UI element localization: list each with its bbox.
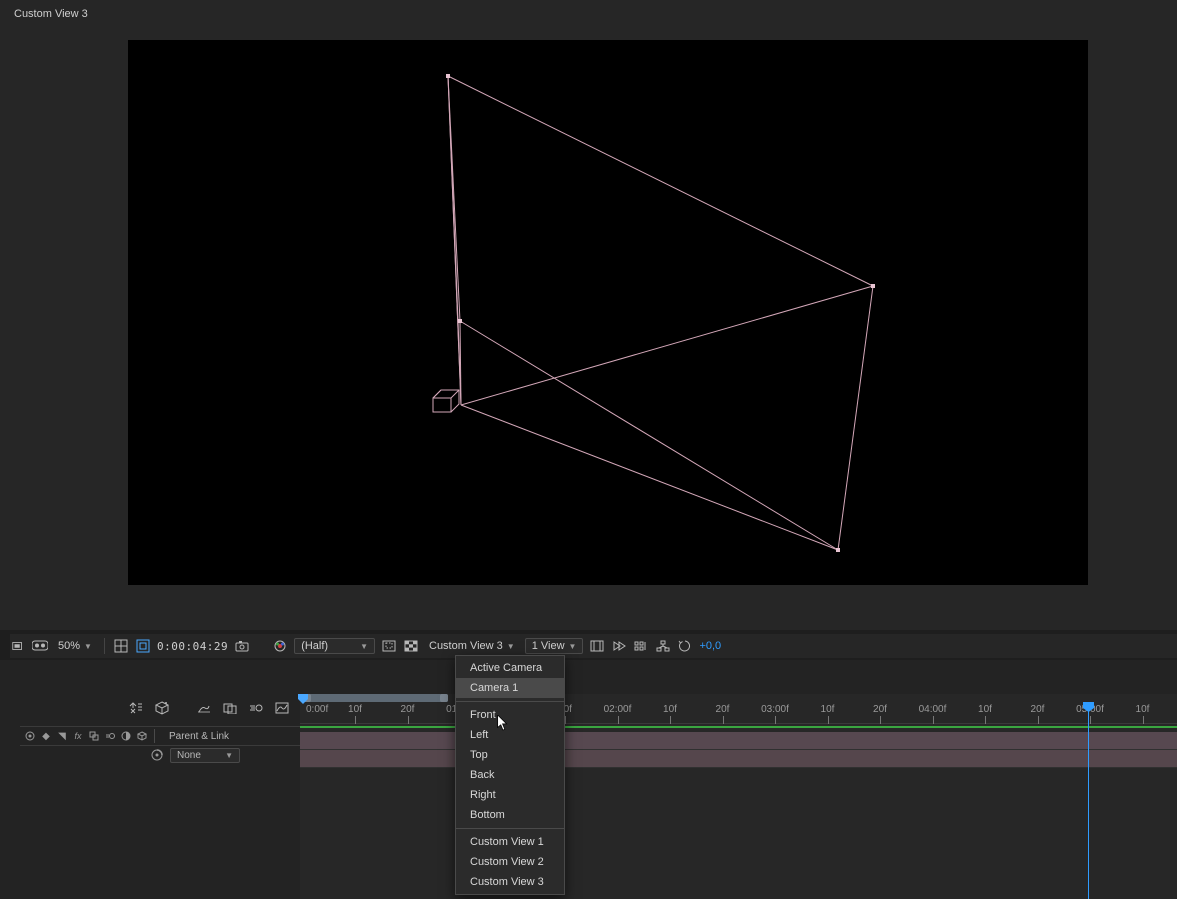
transparency-grid-icon[interactable] bbox=[403, 638, 419, 654]
chevron-down-icon: ▼ bbox=[225, 751, 233, 760]
menu-item-custom-view-3[interactable]: Custom View 3 bbox=[456, 872, 564, 892]
grid-icon[interactable] bbox=[113, 638, 129, 654]
frame-blend-column-icon[interactable] bbox=[88, 730, 100, 742]
parent-dropdown[interactable]: None ▼ bbox=[170, 748, 240, 763]
time-ruler[interactable]: 0:00f 10f20f01:00f10f20f02:00f10f20f03:0… bbox=[300, 704, 1177, 724]
reset-exposure-icon[interactable] bbox=[677, 638, 693, 654]
zoom-value: 50% bbox=[58, 640, 80, 652]
menu-item-camera-1[interactable]: Camera 1 bbox=[456, 678, 564, 698]
ruler-label: 20f bbox=[716, 704, 730, 715]
view3d-label: Custom View 3 bbox=[429, 640, 503, 652]
layer-row[interactable]: None ▼ bbox=[20, 746, 300, 764]
adjustment-column-icon[interactable] bbox=[120, 730, 132, 742]
motion-blur-column-icon[interactable] bbox=[104, 730, 116, 742]
timeline-panel: ◆ ◥ fx Parent & Link None ▼ bbox=[0, 660, 1177, 899]
fx-column-icon[interactable]: fx bbox=[72, 730, 84, 742]
view-layout-value: 1 View bbox=[532, 640, 565, 652]
view3d-dropdown[interactable]: Custom View 3 ▼ bbox=[425, 639, 519, 653]
vr-icon[interactable] bbox=[32, 638, 48, 654]
track-rows bbox=[300, 732, 1177, 768]
draft3d-icon[interactable] bbox=[154, 700, 170, 716]
frame-blend-icon[interactable] bbox=[222, 700, 238, 716]
cached-preview-bar bbox=[300, 726, 1177, 728]
timeline-tracks[interactable]: 0:00f 10f20f01:00f10f20f02:00f10f20f03:0… bbox=[300, 694, 1177, 899]
always-preview-icon[interactable] bbox=[10, 638, 26, 654]
flowchart-icon[interactable] bbox=[655, 638, 671, 654]
ruler-label: 20f bbox=[401, 704, 415, 715]
menu-item-custom-view-2[interactable]: Custom View 2 bbox=[456, 852, 564, 872]
menu-item-custom-view-1[interactable]: Custom View 1 bbox=[456, 832, 564, 852]
search-icon[interactable] bbox=[128, 700, 144, 716]
ruler-label: 10f bbox=[1136, 704, 1150, 715]
ruler-label: 10f bbox=[821, 704, 835, 715]
menu-separator bbox=[456, 828, 564, 829]
menu-item-right[interactable]: Right bbox=[456, 785, 564, 805]
work-area-start-handle[interactable] bbox=[298, 694, 308, 704]
parent-value: None bbox=[177, 750, 201, 761]
ruler-label: 03:00f bbox=[761, 704, 789, 715]
menu-separator bbox=[456, 701, 564, 702]
ruler-label: 20f bbox=[873, 704, 887, 715]
ruler-label: 04:00f bbox=[919, 704, 947, 715]
menu-item-top[interactable]: Top bbox=[456, 745, 564, 765]
roi-icon[interactable] bbox=[381, 638, 397, 654]
work-area-bar[interactable] bbox=[303, 694, 448, 702]
track-row[interactable] bbox=[300, 732, 1177, 750]
ruler-label: 10f bbox=[348, 704, 362, 715]
graph-editor-icon[interactable] bbox=[274, 700, 290, 716]
viewport[interactable] bbox=[128, 40, 1088, 585]
fast-previews-icon[interactable] bbox=[611, 638, 627, 654]
resolution-dropdown[interactable]: (Half) ▼ bbox=[294, 638, 375, 654]
chevron-down-icon: ▼ bbox=[569, 642, 577, 651]
viewer-footer: 50% ▼ 0:00:04:29 (Half) ▼ Custom View 3 … bbox=[10, 634, 1177, 658]
camera-wireframe bbox=[128, 40, 1088, 585]
view3d-menu: Active CameraCamera 1 FrontLeftTopBackRig… bbox=[455, 655, 565, 895]
snapshot-icon[interactable] bbox=[234, 638, 250, 654]
lock-column-icon[interactable]: ◆ bbox=[40, 730, 52, 742]
menu-item-active-camera[interactable]: Active Camera bbox=[456, 658, 564, 678]
exposure-value[interactable]: +0,0 bbox=[699, 640, 721, 652]
current-time-indicator[interactable] bbox=[1088, 704, 1089, 899]
track-row[interactable] bbox=[300, 750, 1177, 768]
mask-visibility-icon[interactable] bbox=[135, 638, 151, 654]
menu-item-bottom[interactable]: Bottom bbox=[456, 805, 564, 825]
3d-column-icon[interactable] bbox=[136, 730, 148, 742]
ruler-label: 02:00f bbox=[604, 704, 632, 715]
motion-blur-icon[interactable] bbox=[248, 700, 264, 716]
menu-item-front[interactable]: Front bbox=[456, 705, 564, 725]
ruler-label: 10f bbox=[978, 704, 992, 715]
parent-column-label: Parent & Link bbox=[169, 731, 229, 742]
chevron-down-icon: ▼ bbox=[360, 642, 368, 651]
menu-item-left[interactable]: Left bbox=[456, 725, 564, 745]
composition-viewer: Custom View 3 bbox=[0, 0, 1177, 630]
timeline-column-header: ◆ ◥ fx Parent & Link bbox=[20, 726, 300, 746]
ruler-start-label: 0:00f bbox=[306, 704, 328, 715]
ruler-label: 10f bbox=[663, 704, 677, 715]
zoom-dropdown[interactable]: 50% ▼ bbox=[54, 639, 96, 653]
ruler-label: 20f bbox=[1031, 704, 1045, 715]
view-layout-dropdown[interactable]: 1 View ▼ bbox=[525, 638, 584, 654]
av-column-icon[interactable] bbox=[24, 730, 36, 742]
pixel-aspect-icon[interactable] bbox=[589, 638, 605, 654]
viewer-view-label: Custom View 3 bbox=[14, 8, 88, 20]
current-timecode[interactable]: 0:00:04:29 bbox=[157, 640, 228, 653]
channel-icon[interactable] bbox=[272, 638, 288, 654]
pickwhip-icon[interactable] bbox=[150, 748, 164, 762]
label-column-icon[interactable]: ◥ bbox=[56, 730, 68, 742]
timeline-icon[interactable] bbox=[633, 638, 649, 654]
timeline-toolbar bbox=[0, 695, 300, 721]
chevron-down-icon: ▼ bbox=[507, 642, 515, 651]
menu-item-back[interactable]: Back bbox=[456, 765, 564, 785]
shy-icon[interactable] bbox=[196, 700, 212, 716]
resolution-value: (Half) bbox=[301, 640, 328, 652]
chevron-down-icon: ▼ bbox=[84, 642, 92, 651]
